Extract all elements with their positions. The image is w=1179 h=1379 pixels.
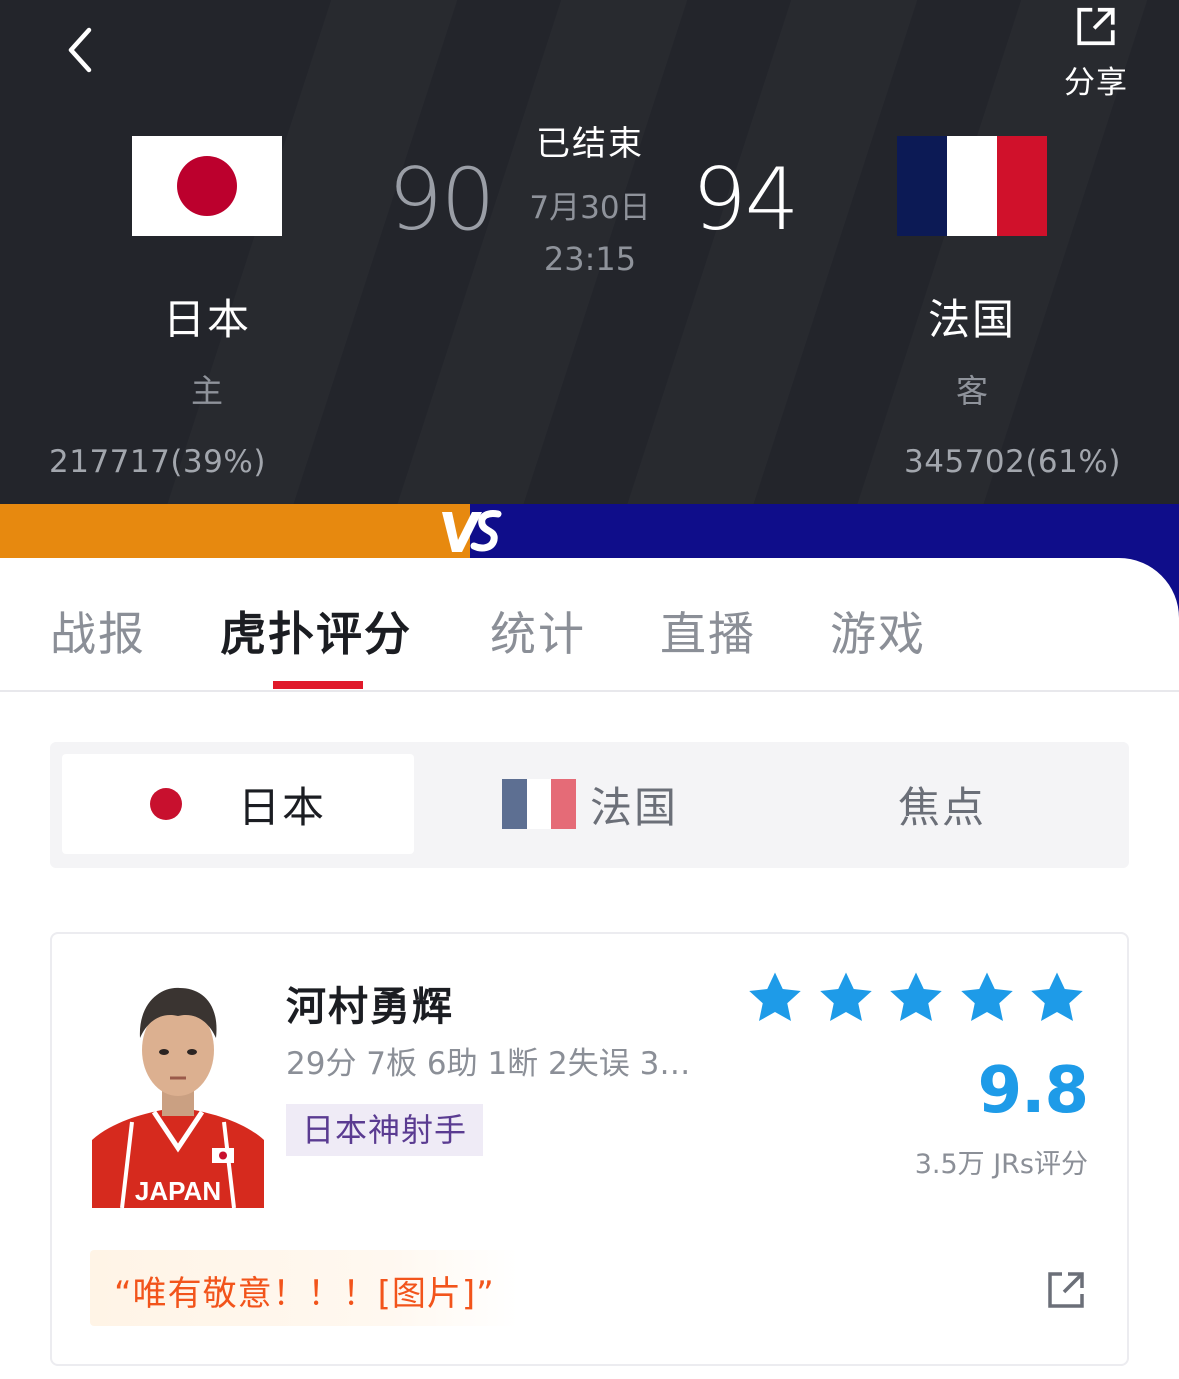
vs-icon [442, 510, 502, 552]
rating-count: 3.5万 JRs评分 [914, 1149, 1088, 1180]
header-decor-stripe [135, 0, 465, 504]
segment-japan-label: 日本 [237, 782, 326, 832]
away-score: 94 [692, 150, 799, 250]
star-icon [1031, 972, 1083, 1021]
active-tab-indicator [273, 681, 363, 689]
player-name[interactable]: 河村勇辉 [286, 974, 454, 1032]
team-segmented-control: 日本 法国 焦点 [50, 742, 1129, 868]
rating-score: 9.8 [977, 1054, 1089, 1128]
jersey-text: JAPAN [135, 1176, 221, 1206]
tab-stats[interactable]: 统计 [490, 598, 586, 664]
home-team-votes: 217717(39%) [49, 444, 266, 480]
player-rating-card[interactable]: JAPAN 河村勇辉 29分 7板 6助 1断 2失误 3… 日本神射手 9.8… [50, 932, 1129, 1366]
star-icon [960, 972, 1013, 1021]
tab-recap[interactable]: 战报 [50, 598, 146, 664]
home-team-role: 主 [190, 372, 223, 410]
share-icon [1048, 1272, 1084, 1308]
segment-france-label: 法国 [589, 782, 678, 832]
content-panel: 战报 虎扑评分 统计 直播 游戏 日本 法国 焦点 JAPAN 河村勇辉 29分… [0, 558, 1179, 1379]
match-header: 分享 日本 主 217717(39%) 90 已结束 7月30日 23:15 9… [0, 0, 1179, 504]
tab-games[interactable]: 游戏 [830, 598, 926, 664]
star-rating[interactable] [744, 968, 1088, 1028]
back-button[interactable] [52, 22, 108, 78]
player-avatar[interactable]: JAPAN [92, 972, 264, 1208]
segment-japan[interactable]: 日本 [62, 754, 414, 854]
star-icon [749, 972, 801, 1021]
match-status: 已结束 [536, 124, 644, 164]
segment-focus-label: 焦点 [897, 782, 986, 832]
france-flag-blue [897, 136, 947, 236]
chevron-left-icon [68, 27, 92, 73]
france-flag-red [997, 136, 1047, 236]
home-support-bar [0, 504, 470, 558]
france-flag-icon [501, 779, 576, 829]
japan-flag[interactable] [132, 136, 282, 236]
share-icon [1077, 7, 1115, 46]
player-tag: 日本神射手 [286, 1104, 484, 1156]
japan-flag-disc [177, 156, 237, 216]
japan-flag-icon [149, 788, 182, 820]
hot-comment-text: “唯有敬意！！！[图片]” [114, 1274, 495, 1314]
france-flag-white [947, 136, 997, 236]
home-team-name[interactable]: 日本 [107, 286, 307, 347]
player-stats: 29分 7板 6助 1断 2失误 3… [286, 1046, 691, 1082]
tab-hupu-rating[interactable]: 虎扑评分 [220, 598, 412, 664]
star-icon [819, 972, 872, 1021]
match-date: 7月30日 [529, 190, 651, 226]
segment-focus[interactable]: 焦点 [766, 754, 1118, 854]
star-icon [890, 972, 942, 1021]
away-support-bar [470, 504, 1179, 558]
segment-france[interactable]: 法国 [414, 754, 766, 854]
hot-comment[interactable]: “唯有敬意！！！[图片]” [90, 1250, 518, 1326]
away-team-role: 客 [955, 372, 988, 410]
share-label: 分享 [1064, 65, 1128, 101]
away-team-votes: 345702(61%) [904, 444, 1121, 480]
away-team-name[interactable]: 法国 [872, 286, 1072, 347]
tab-bar: 战报 虎扑评分 统计 直播 游戏 [0, 558, 1179, 692]
card-share-button[interactable] [1044, 1268, 1088, 1312]
match-time: 23:15 [543, 240, 637, 278]
france-flag[interactable] [897, 136, 1047, 236]
home-score: 90 [388, 150, 495, 250]
tab-live[interactable]: 直播 [660, 598, 756, 664]
share-button[interactable]: 分享 [1054, 6, 1138, 102]
support-vs-bar[interactable] [0, 504, 1179, 558]
